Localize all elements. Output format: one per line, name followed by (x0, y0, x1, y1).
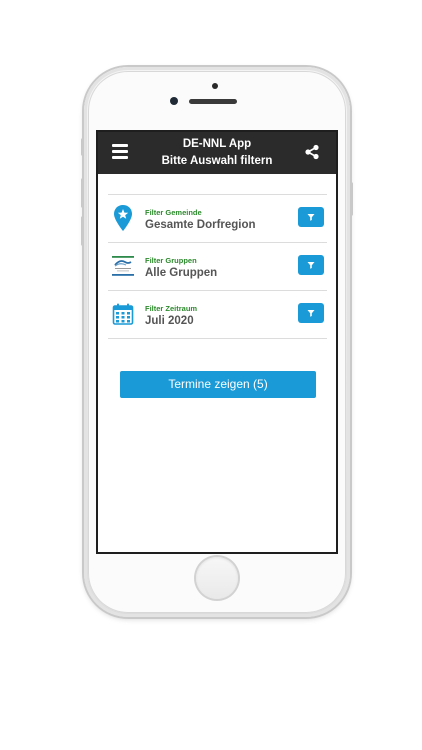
filter-list: Filter Gemeinde Gesamte Dorfregion Filte… (108, 194, 327, 339)
filter-button-gemeinde[interactable] (298, 207, 324, 227)
group-logo-icon (112, 252, 134, 280)
earpiece-speaker (189, 99, 237, 104)
share-icon[interactable] (304, 144, 320, 160)
funnel-icon (307, 214, 315, 221)
filter-button-zeitraum[interactable] (298, 303, 324, 323)
filter-value: Gesamte Dorfregion (145, 219, 256, 231)
app-header: DE-NNL App Bitte Auswahl filtern (98, 132, 336, 174)
show-events-button[interactable]: Termine zeigen (5) (120, 371, 316, 398)
filter-row-gruppen[interactable]: Filter Gruppen Alle Gruppen (108, 243, 327, 291)
calendar-icon (112, 300, 134, 328)
filter-label: Filter Gruppen (145, 256, 197, 265)
filter-button-gruppen[interactable] (298, 255, 324, 275)
funnel-icon (307, 262, 315, 269)
hamburger-menu-icon[interactable] (112, 144, 128, 159)
filter-value: Alle Gruppen (145, 267, 218, 279)
app-subtitle: Bitte Auswahl filtern (161, 155, 273, 167)
filter-label: Filter Gemeinde (145, 208, 202, 217)
app-title: DE-NNL App (182, 138, 252, 150)
filter-value: Juli 2020 (145, 315, 194, 327)
filter-label: Filter Zeitraum (145, 304, 198, 313)
stage: DE-NNL App Bitte Auswahl filtern Filter … (0, 0, 422, 750)
front-camera (212, 83, 218, 89)
location-pin-star-icon (112, 204, 134, 232)
filter-row-zeitraum[interactable]: Filter Zeitraum Juli 2020 (108, 291, 327, 339)
filter-row-gemeinde[interactable]: Filter Gemeinde Gesamte Dorfregion (108, 195, 327, 243)
proximity-sensor (170, 97, 178, 105)
home-button[interactable] (196, 557, 238, 599)
phone-screen: DE-NNL App Bitte Auswahl filtern Filter … (98, 132, 336, 552)
funnel-icon (307, 310, 315, 317)
